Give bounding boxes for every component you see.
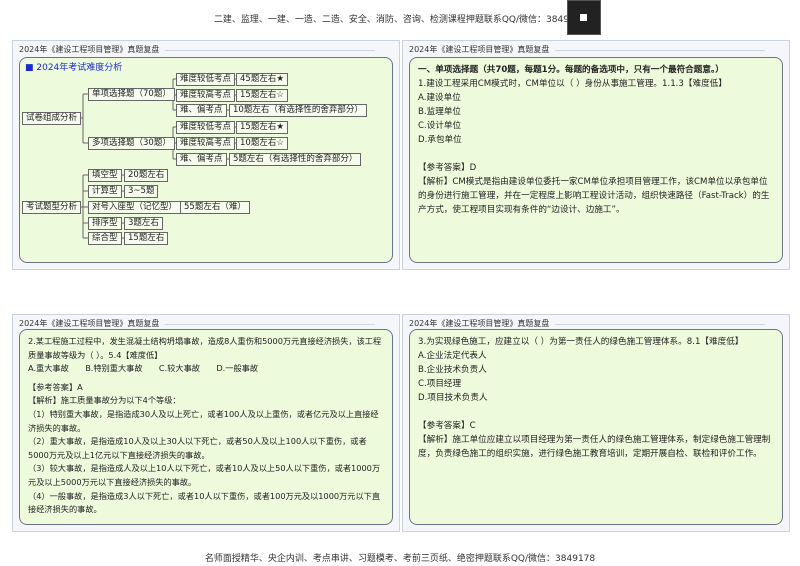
panel-question-2: 2024年《建设工程项目管理》真题复盘 2.某工程施工过程中，发生混凝土结构坍塌… [12, 314, 400, 532]
node-m-hard: 5题左右（有选择性的舍弃部分） [229, 153, 362, 166]
node-type-order-count: 3题左右 [124, 217, 163, 230]
option-c: C.项目经理 [418, 379, 462, 389]
node-high: 难度较高考点 [176, 89, 236, 102]
option-b: B.企业技术负责人 [418, 365, 487, 375]
analysis-item: （3）较大事故，是指造成人及以上10人以下死亡，或者10人及以上50人以下重伤，… [28, 463, 381, 487]
node-s-low: 45题左右★ [236, 73, 288, 86]
analysis-item: （1）特别重大事故，是指造成30人及以上死亡，或者100人及以上重伤，或者亿元及… [28, 408, 379, 433]
node-m-low: 15题左右★ [236, 121, 288, 134]
analysis-item: （4）一般事故，是指造成3人以下死亡，或者10人以下重伤，或者100万元及以10… [28, 490, 381, 515]
panel-question-3: 2024年《建设工程项目管理》真题复盘 3.为实现绿色施工，应建立以（ ）为第一… [402, 314, 790, 532]
question-stem: 1.建设工程采用CM模式时，CM单位以（ ）身份从事施工管理。1.1.3【难度低… [418, 79, 727, 89]
node-single-choice: 单项选择题（70题） [88, 88, 175, 101]
question-stem: 3.为实现绿色施工，应建立以（ ）为第一责任人的绿色施工管理体系。8.1【难度低… [418, 337, 744, 347]
answer: 【参考答案】D [418, 163, 477, 173]
footer-banner: 名师面授精华、央企内训、考点串讲、习题模考、考前三页纸、绝密押题联系QQ/微信：… [204, 554, 596, 564]
node-multi-choice: 多项选择题（30题） [88, 137, 175, 150]
analysis: 【解析】施工单位应建立以项目经理为第一责任人的绿色施工管理体系，制定绿色施工管理… [418, 435, 771, 459]
answer: 【参考答案】A [28, 381, 83, 392]
option-d: D.项目技术负责人 [418, 393, 488, 403]
mindmap-title: ■ 2024年考试难度分析 [25, 63, 123, 73]
node-high: 难度较高考点 [176, 137, 236, 150]
option-a: A.重大事故 [28, 363, 69, 374]
node-low: 难度较低考点 [176, 121, 236, 134]
option-b: B.特别重大事故 [85, 363, 143, 374]
option-b: B.监理单位 [418, 107, 462, 117]
section-title: 一、单项选择题（共70题，每题1分。每题的备选项中，只有一个最符合题意。） [418, 65, 724, 75]
panel-header: 2024年《建设工程项目管理》真题复盘 [409, 319, 767, 328]
node-type-match-count: 55题左右（难） [180, 201, 250, 214]
node-type-match: 对号入座型（记忆型） [88, 201, 182, 214]
node-s-hard: 10题左右（有选择性的舍弃部分） [229, 104, 367, 117]
option-d: D.承包单位 [418, 135, 462, 145]
option-d: D.一般事故 [216, 363, 259, 374]
node-type-fill: 填空型 [88, 169, 122, 182]
node-type-calc: 计算型 [88, 185, 122, 198]
analysis-intro: 【解析】施工质量事故分为以下4个等级： [28, 395, 181, 406]
option-c: C.设计单位 [418, 121, 462, 131]
answer: 【参考答案】C [418, 421, 476, 431]
question-2-box: 2.某工程施工过程中，发生混凝土结构坍塌事故，造成8人重伤和5000万元直接经济… [19, 329, 393, 525]
question-3-box: 3.为实现绿色施工，应建立以（ ）为第一责任人的绿色施工管理体系。8.1【难度低… [409, 329, 783, 525]
node-m-high: 10题左右☆ [236, 137, 288, 150]
analysis: 【解析】CM模式是指由建设单位委托一家CM单位承担项目管理工作，该CM单位以承包… [418, 177, 770, 215]
panel-question-1: 2024年《建设工程项目管理》真题复盘 一、单项选择题（共70题，每题1分。每题… [402, 40, 790, 270]
node-type-synth: 综合型 [88, 232, 122, 245]
option-c: C.较大事故 [158, 363, 200, 374]
node-type-calc-count: 3~5题 [124, 185, 159, 198]
question-1-box: 一、单项选择题（共70题，每题1分。每题的备选项中，只有一个最符合题意。） 1.… [409, 57, 783, 263]
node-type-synth-count: 15题左右 [124, 232, 169, 245]
panel-header: 2024年《建设工程项目管理》真题复盘 [19, 319, 377, 328]
analysis-item: （2）重大事故，是指造成10人及以上30人以下死亡，或者50人及以上100人以下… [28, 436, 367, 460]
panel-header: 2024年《建设工程项目管理》真题复盘 [409, 45, 767, 54]
node-composition: 试卷组成分析 [22, 112, 82, 125]
node-type-fill-count: 20题左右 [124, 169, 169, 182]
option-a: A.企业法定代表人 [418, 351, 487, 361]
option-a: A.建设单位 [418, 93, 461, 103]
node-types: 考试题型分析 [22, 201, 82, 214]
node-type-order: 排序型 [88, 217, 122, 230]
node-hard: 难、偏考点 [176, 104, 227, 117]
node-low: 难度较低考点 [176, 73, 236, 86]
node-hard: 难、偏考点 [176, 153, 227, 166]
question-stem: 2.某工程施工过程中，发生混凝土结构坍塌事故，造成8人重伤和5000万元直接经济… [28, 336, 382, 360]
node-s-high: 15题左右☆ [236, 89, 288, 102]
